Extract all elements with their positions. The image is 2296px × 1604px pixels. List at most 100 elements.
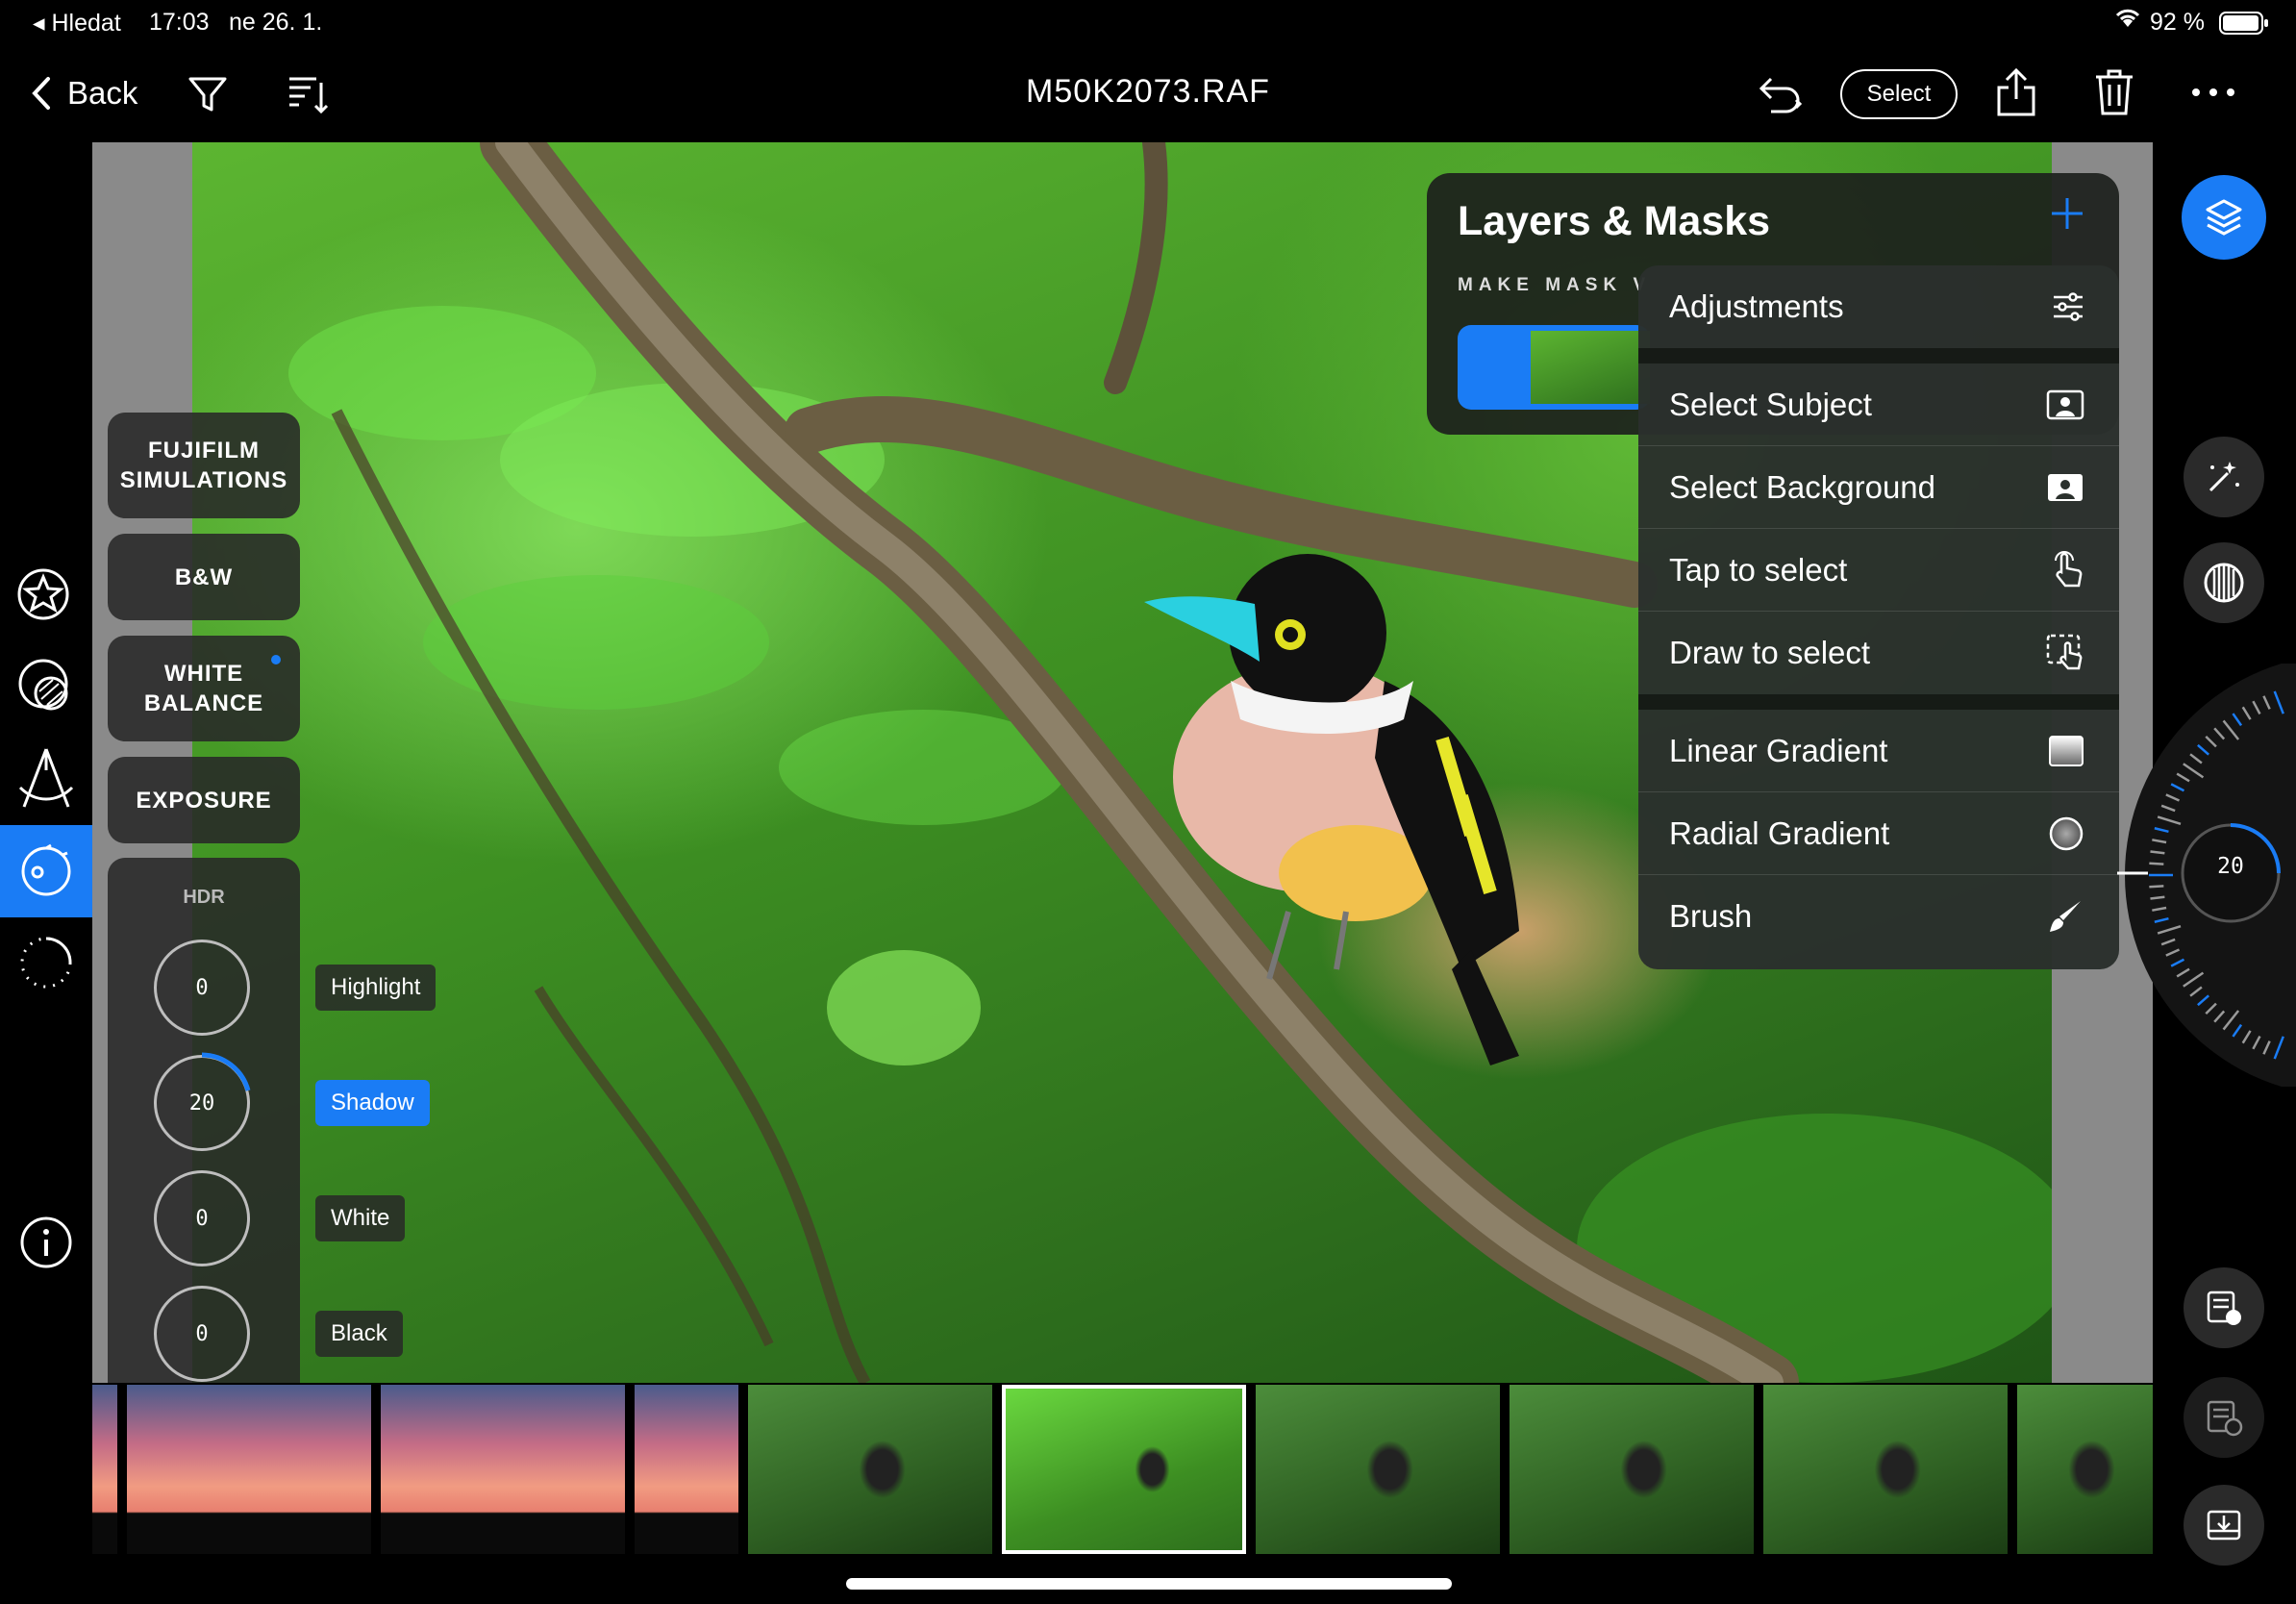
film-thumbnail[interactable] xyxy=(127,1385,371,1554)
menu-item-label: Draw to select xyxy=(1669,635,1871,670)
dotted-circle-icon xyxy=(20,937,72,989)
white-balance-label: WHITE BALANCE xyxy=(143,661,264,716)
draw-select-icon xyxy=(2046,634,2083,670)
menu-item-tap-to-select[interactable]: Tap to select xyxy=(1638,529,2119,612)
shadow-dial-arc xyxy=(201,1052,251,1091)
aperture-icon xyxy=(21,843,71,896)
person-box-filled-icon xyxy=(2048,473,2083,501)
white-label[interactable]: White xyxy=(315,1195,406,1241)
dial-tick xyxy=(2149,885,2164,889)
menu-item-label: Brush xyxy=(1669,898,1753,934)
trash-icon[interactable] xyxy=(2092,65,2136,119)
menu-item-select-subject[interactable]: Select Subject xyxy=(1638,363,2119,446)
home-indicator[interactable] xyxy=(846,1578,1452,1590)
striped-circle-icon xyxy=(2204,563,2244,603)
favorites-tool-button[interactable] xyxy=(0,549,92,641)
status-date: ne 26. 1. xyxy=(229,9,323,36)
black-label[interactable]: Black xyxy=(315,1311,403,1357)
shadow-dial[interactable]: 20 xyxy=(154,1052,251,1151)
menu-separator xyxy=(1638,694,2119,710)
menu-item-linear-gradient[interactable]: Linear Gradient xyxy=(1638,710,2119,792)
white-dial[interactable]: 0 xyxy=(154,1170,250,1266)
more-icon[interactable] xyxy=(2190,79,2236,106)
white-balance-button[interactable]: WHITE BALANCE xyxy=(108,636,300,741)
menu-item-radial-gradient[interactable]: Radial Gradient xyxy=(1638,792,2119,875)
status-time: 17:03 xyxy=(149,9,210,36)
battery-icon xyxy=(2219,12,2269,41)
paste-settings-button[interactable] xyxy=(2184,1377,2264,1458)
star-icon xyxy=(17,568,69,620)
menu-item-label: Select Background xyxy=(1669,468,1936,505)
dial-tick xyxy=(2150,850,2165,855)
left-tool-rail xyxy=(0,142,92,1383)
color-tool-button[interactable] xyxy=(0,640,92,733)
film-thumbnail[interactable] xyxy=(2017,1385,2153,1554)
auto-enhance-button[interactable] xyxy=(2184,437,2264,517)
wifi-icon xyxy=(2113,6,2142,36)
export-tray-icon xyxy=(2207,1510,2241,1541)
film-thumbnail[interactable] xyxy=(1256,1385,1500,1554)
tap-hand-icon xyxy=(2055,550,2083,587)
menu-item-draw-to-select[interactable]: Draw to select xyxy=(1638,612,2119,694)
export-button[interactable] xyxy=(2184,1485,2264,1566)
make-mask-label: MAKE MASK V xyxy=(1458,275,1652,295)
add-layer-button[interactable] xyxy=(2048,194,2086,238)
hdr-title: HDR xyxy=(183,887,225,908)
menu-item-label: Select Subject xyxy=(1669,386,1872,422)
top-toolbar: Back M50K2073.RAF Select xyxy=(0,44,2296,142)
layers-icon xyxy=(2206,199,2242,236)
layers-title: Layers & Masks xyxy=(1458,198,1771,244)
film-thumbnail[interactable] xyxy=(381,1385,625,1554)
menu-item-brush[interactable]: Brush xyxy=(1638,875,2119,958)
dial-tick xyxy=(2149,862,2164,865)
magic-wand-icon xyxy=(2209,462,2239,492)
layers-button[interactable] xyxy=(2182,175,2266,260)
plus-icon xyxy=(2052,198,2083,229)
black-dial[interactable]: 0 xyxy=(154,1286,250,1382)
film-thumbnail-selected[interactable] xyxy=(1002,1385,1246,1554)
menu-item-select-background[interactable]: Select Background xyxy=(1638,446,2119,529)
copy-settings-button[interactable] xyxy=(2184,1267,2264,1348)
select-button[interactable]: Select xyxy=(1840,69,1958,119)
film-thumbnail[interactable] xyxy=(748,1385,992,1554)
rotary-dial-value: 20 xyxy=(2217,854,2244,879)
film-thumbnail[interactable] xyxy=(1763,1385,2008,1554)
dotted-circle-tool-button[interactable] xyxy=(0,916,92,1009)
grain-button[interactable] xyxy=(2184,542,2264,623)
menu-item-label: Linear Gradient xyxy=(1669,732,1888,768)
battery-percent: 92 % xyxy=(2150,9,2205,36)
film-thumbnail[interactable] xyxy=(635,1385,738,1554)
info-button[interactable] xyxy=(0,1196,92,1289)
bird-subject xyxy=(1144,554,1519,1065)
menu-item-adjustments[interactable]: Adjustments xyxy=(1638,265,2119,348)
share-icon[interactable] xyxy=(1992,65,2040,119)
exposure-button[interactable]: EXPOSURE xyxy=(108,757,300,843)
back-to-app-link[interactable]: ◂ Hledat xyxy=(33,9,121,38)
mask-type-menu: Adjustments Select Subject Select Backgr… xyxy=(1638,265,2119,969)
layer-item[interactable] xyxy=(1458,325,1650,410)
geometry-tool-button[interactable] xyxy=(0,733,92,825)
brush-icon xyxy=(2050,901,2081,932)
undo-icon[interactable] xyxy=(1756,69,1806,119)
bw-button[interactable]: B&W xyxy=(108,534,300,620)
menu-item-label: Adjustments xyxy=(1669,288,1844,324)
lens-tool-button[interactable] xyxy=(0,825,92,917)
settings-copy-icon xyxy=(2207,1291,2241,1325)
linear-gradient-icon xyxy=(2049,735,2084,766)
hdr-panel: HDR 0 20 0 0 xyxy=(108,858,300,1383)
highlight-dial[interactable]: 0 xyxy=(154,940,250,1036)
filmstrip xyxy=(92,1383,2153,1554)
shadow-label[interactable]: Shadow xyxy=(315,1080,430,1126)
fujifilm-simulations-button[interactable]: FUJIFILM SIMULATIONS xyxy=(108,413,300,518)
film-thumbnail[interactable] xyxy=(92,1385,117,1554)
menu-separator xyxy=(1638,348,2119,363)
value-rotary-dial[interactable]: 20 xyxy=(2106,664,2296,1087)
dial-tick xyxy=(2150,895,2165,900)
person-box-icon xyxy=(2046,389,2084,419)
status-bar: ◂ Hledat 17:03 ne 26. 1. 92 % xyxy=(0,0,2296,44)
menu-item-label: Tap to select xyxy=(1669,551,1848,588)
film-thumbnail[interactable] xyxy=(1510,1385,1754,1554)
sliders-icon xyxy=(2054,292,2083,321)
menu-item-label: Radial Gradient xyxy=(1669,815,1890,851)
highlight-label[interactable]: Highlight xyxy=(315,965,437,1011)
